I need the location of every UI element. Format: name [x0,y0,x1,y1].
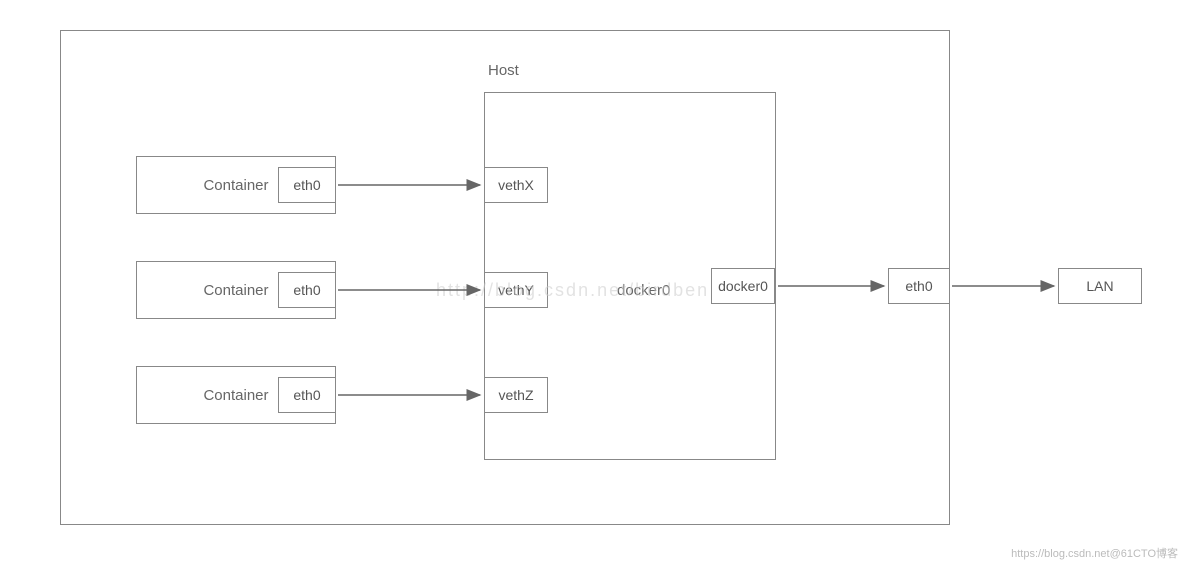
footer-credit: https://blog.csdn.net@61CTO博客 [1011,545,1178,561]
arrows-layer [0,0,1184,565]
diagram-canvas: Host docker0 docker0 vethX vethY vethZ C… [0,0,1184,565]
